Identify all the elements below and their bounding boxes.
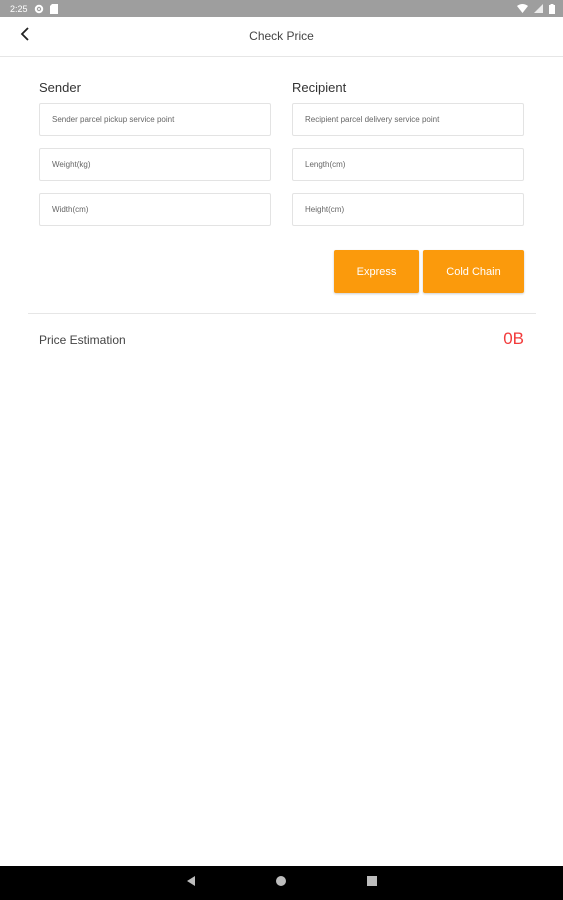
divider — [28, 313, 536, 314]
length-input[interactable] — [292, 148, 524, 181]
wifi-icon — [517, 4, 528, 13]
settings-icon — [34, 4, 44, 14]
sender-pickup-input[interactable] — [39, 103, 271, 136]
back-button[interactable] — [14, 25, 36, 47]
recipient-label: Recipient — [292, 80, 347, 95]
app-header: Check Price — [0, 17, 563, 57]
home-circle-icon — [275, 874, 287, 892]
status-time: 2:25 — [10, 3, 28, 14]
recipient-delivery-input[interactable] — [292, 103, 524, 136]
back-triangle-icon — [185, 874, 197, 892]
sender-label: Sender — [39, 80, 81, 95]
weight-input[interactable] — [39, 148, 271, 181]
nav-home-button[interactable] — [273, 875, 289, 891]
nav-back-button[interactable] — [183, 875, 199, 891]
cold-chain-button[interactable]: Cold Chain — [423, 250, 524, 293]
nav-recents-button[interactable] — [364, 875, 380, 891]
price-estimation-label: Price Estimation — [39, 333, 126, 347]
signal-icon — [534, 4, 543, 13]
height-input[interactable] — [292, 193, 524, 226]
sd-card-icon — [49, 3, 58, 14]
width-input[interactable] — [39, 193, 271, 226]
status-bar: 2:25 — [0, 0, 563, 17]
chevron-left-icon — [20, 26, 30, 46]
page-title: Check Price — [249, 29, 314, 43]
recents-square-icon — [366, 874, 378, 892]
express-button[interactable]: Express — [334, 250, 419, 293]
battery-icon — [549, 3, 555, 14]
price-estimation-value: 0B — [503, 329, 524, 348]
system-nav-bar — [0, 866, 563, 900]
